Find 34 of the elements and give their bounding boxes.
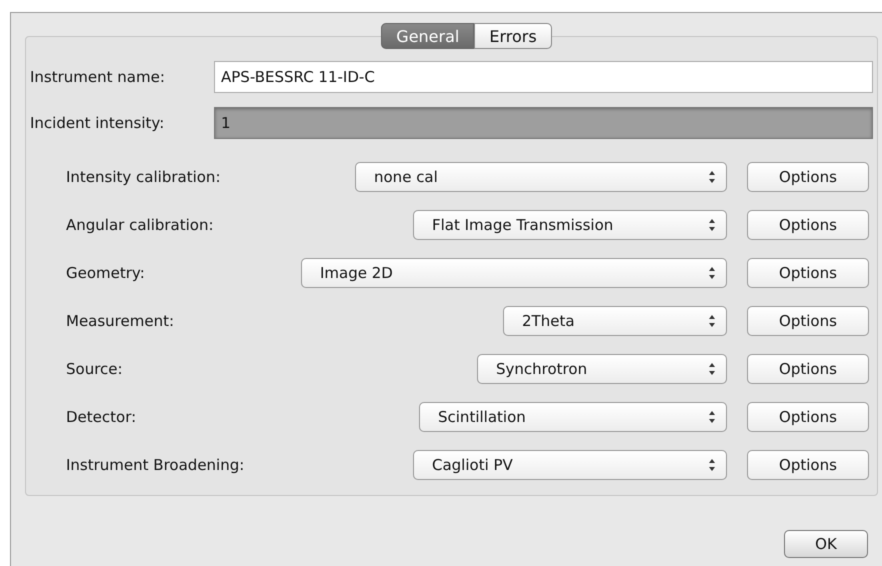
ok-button[interactable]: OK <box>784 530 868 558</box>
setting-label: Geometry: <box>66 264 146 282</box>
dropdown[interactable]: Flat Image Transmission <box>413 210 727 240</box>
field-label: Incident intensity: <box>30 114 166 132</box>
setting-label: Detector: <box>66 408 138 426</box>
options-button[interactable]: Options <box>747 354 869 384</box>
updown-icon <box>708 362 716 376</box>
dropdown[interactable]: Scintillation <box>419 402 727 432</box>
updown-icon <box>708 218 716 232</box>
options-button[interactable]: Options <box>747 306 869 336</box>
tab[interactable]: Errors <box>474 23 552 49</box>
dropdown[interactable]: Caglioti PV <box>413 450 727 480</box>
setting-label: Source: <box>66 360 124 378</box>
options-button[interactable]: Options <box>747 402 869 432</box>
setting-label: Measurement: <box>66 312 176 330</box>
setting-label: Instrument Broadening: <box>66 456 246 474</box>
setting-label: Angular calibration: <box>66 216 215 234</box>
text-field[interactable]: APS-BESSRC 11-ID-C <box>214 61 873 93</box>
dropdown[interactable]: Image 2D <box>301 258 727 288</box>
options-button[interactable]: Options <box>747 162 869 192</box>
options-button[interactable]: Options <box>747 210 869 240</box>
dropdown[interactable]: none cal <box>355 162 727 192</box>
updown-icon <box>708 458 716 472</box>
updown-icon <box>708 410 716 424</box>
dropdown[interactable]: 2Theta <box>503 306 727 336</box>
updown-icon <box>708 314 716 328</box>
updown-icon <box>708 170 716 184</box>
options-button[interactable]: Options <box>747 450 869 480</box>
dropdown[interactable]: Synchrotron <box>477 354 727 384</box>
tab[interactable]: General <box>381 23 474 49</box>
updown-icon <box>708 266 716 280</box>
setting-label: Intensity calibration: <box>66 168 222 186</box>
options-button[interactable]: Options <box>747 258 869 288</box>
field-label: Instrument name: <box>30 68 166 86</box>
